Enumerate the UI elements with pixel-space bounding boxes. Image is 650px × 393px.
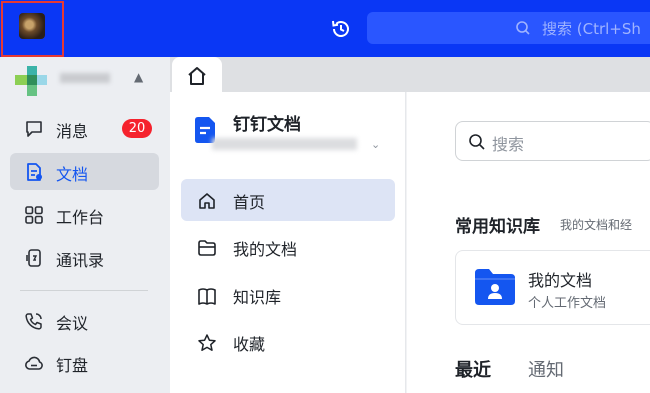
docs-search-placeholder: 搜索 bbox=[492, 135, 525, 154]
card-title: 我的文档 bbox=[528, 271, 593, 290]
team-switch-chevron-icon[interactable]: ⌄ bbox=[371, 138, 380, 151]
sidebar-item-label: 工作台 bbox=[56, 208, 105, 227]
doc-icon bbox=[27, 163, 42, 181]
docs-nav-label: 知识库 bbox=[233, 288, 282, 307]
sidebar-item-label: 消息 bbox=[56, 122, 89, 141]
docs-search-input[interactable]: 搜索 bbox=[455, 121, 650, 161]
tab-home[interactable] bbox=[172, 57, 222, 94]
sidebar-item-drive[interactable]: 钉盘 bbox=[10, 344, 159, 381]
sidebar-item-workbench[interactable]: 工作台 bbox=[10, 196, 159, 233]
star-icon bbox=[198, 334, 216, 351]
card-subtitle: 个人工作文档 bbox=[528, 296, 607, 311]
tab-notifications[interactable]: 通知 bbox=[528, 356, 564, 382]
cloud-drive-icon bbox=[25, 356, 43, 370]
contacts-icon bbox=[26, 249, 41, 267]
sidebar-divider bbox=[20, 290, 148, 291]
home-icon bbox=[188, 67, 206, 85]
sidebar-item-meeting[interactable]: 会议 bbox=[10, 302, 159, 339]
sidebar-item-label: 钉盘 bbox=[56, 356, 89, 375]
docs-nav-label: 我的文档 bbox=[233, 240, 298, 259]
sidebar-item-label: 会议 bbox=[56, 314, 89, 333]
unread-badge: 20 bbox=[122, 119, 152, 138]
org-name-blurred[interactable] bbox=[60, 73, 110, 83]
avatar[interactable] bbox=[19, 13, 45, 39]
search-icon bbox=[516, 21, 530, 35]
docs-team-blurred[interactable] bbox=[212, 138, 357, 150]
docs-nav-knowledge-base[interactable]: 知识库 bbox=[181, 274, 395, 316]
tab-recent[interactable]: 最近 bbox=[455, 356, 491, 382]
knowledge-base-card[interactable]: 我的文档 个人工作文档 bbox=[455, 250, 650, 325]
global-search-placeholder: 搜索 (Ctrl+Sh bbox=[542, 20, 641, 38]
docs-nav-my-docs[interactable]: 我的文档 bbox=[181, 226, 395, 268]
folder-icon bbox=[198, 240, 216, 256]
workbench-icon bbox=[25, 206, 43, 224]
search-icon bbox=[469, 134, 485, 150]
sidebar-item-label: 文档 bbox=[56, 165, 89, 184]
meeting-icon bbox=[25, 313, 42, 330]
docs-nav-label: 首页 bbox=[233, 193, 266, 212]
sidebar-item-messages[interactable]: 消息 20 bbox=[10, 110, 159, 147]
book-icon bbox=[198, 288, 216, 305]
sidebar-item-label: 通讯录 bbox=[56, 251, 105, 270]
folder-user-icon bbox=[475, 269, 515, 305]
docs-nav-home[interactable]: 首页 bbox=[181, 179, 395, 221]
section-subtitle: 我的文档和经 bbox=[560, 218, 633, 232]
global-search-input[interactable]: 搜索 (Ctrl+Sh bbox=[367, 12, 650, 44]
history-icon[interactable] bbox=[330, 18, 352, 40]
sidebar-item-docs[interactable]: 文档 bbox=[10, 153, 159, 190]
tab-strip bbox=[170, 57, 650, 92]
org-switch-caret-icon[interactable]: ▲ bbox=[134, 70, 143, 84]
section-title-knowledge-base: 常用知识库 bbox=[455, 217, 540, 237]
org-logo-icon[interactable] bbox=[15, 66, 47, 96]
docs-nav-label: 收藏 bbox=[233, 335, 266, 354]
docs-nav-favorites[interactable]: 收藏 bbox=[181, 321, 395, 363]
message-icon bbox=[26, 121, 42, 137]
sidebar-item-contacts[interactable]: 通讯录 bbox=[10, 239, 159, 276]
home-icon bbox=[199, 193, 215, 209]
docs-app-title: 钉钉文档 bbox=[233, 115, 301, 135]
